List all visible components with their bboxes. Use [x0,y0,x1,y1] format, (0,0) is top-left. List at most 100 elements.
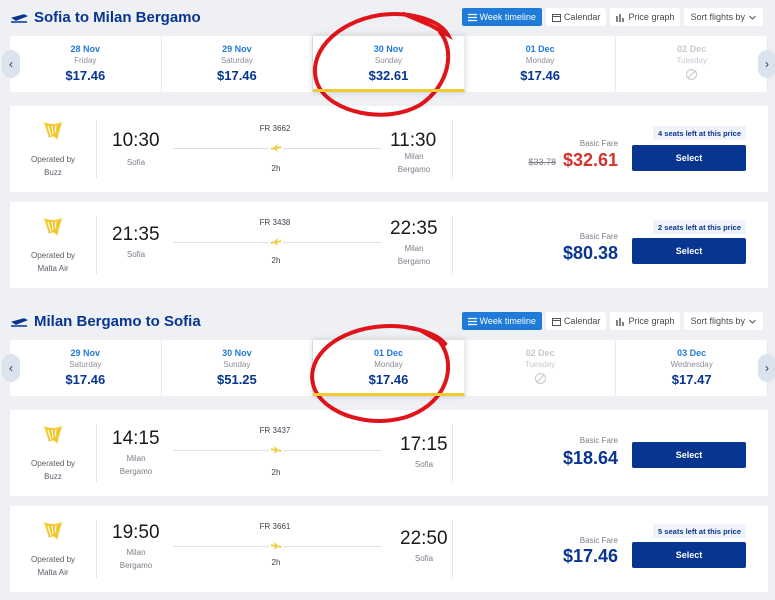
divider [452,120,453,178]
harp-logo-icon [44,218,62,236]
divider [96,520,97,578]
operator: Operated by Buzz [18,120,88,179]
flight-card: Operated by Malta Air 19:50 Milan Bergamo… [10,506,768,592]
operator: Operated by Malta Air [18,520,88,579]
departure-city: Sofia [126,250,146,259]
flight-card: Operated by Buzz 10:30 Sofia FR 3662 2h … [10,106,768,192]
divider [452,520,453,578]
tab-week-timeline[interactable]: Week timeline [461,8,542,26]
sort-dropdown[interactable]: Sort flights by [684,8,763,26]
plane-icon [269,445,283,455]
plane-icon [269,143,283,153]
bar-chart-icon [616,317,625,326]
flight-card: Operated by Malta Air 21:35 Sofia FR 343… [10,202,768,288]
price: $80.38 [562,243,618,263]
plane-icon [269,237,283,247]
duration: 2h [271,468,281,477]
prev-week-button[interactable]: ‹ [2,50,20,78]
seats-left-badge: 2 seats left at this price [653,220,746,234]
departure-time: 14:15 [112,428,160,449]
departure-city: Sofia [126,158,146,167]
route-title-text: Milan Bergamo to Sofia [34,313,201,330]
select-button[interactable]: Select [632,238,746,264]
list-icon [467,317,477,325]
next-week-button[interactable]: › [758,354,775,382]
tab-price-graph[interactable]: Price graph [610,312,681,330]
price: $18.64 [562,448,618,468]
seats-left-badge: 5 seats left at this price [653,524,746,538]
date-cell[interactable]: 03 Dec Wednesday $17.47 [616,340,768,396]
flight-number: FR 3438 [259,218,291,227]
tab-price-graph[interactable]: Price graph [610,8,681,26]
plane-icon [11,317,28,327]
plane-icon [269,541,283,551]
chevron-down-icon [749,15,756,20]
date-cell-disabled: 02 Dec Tuesday [465,340,617,396]
operator: Operated by Malta Air [18,216,88,275]
arrival-time: 11:30 [390,130,437,151]
date-cell[interactable]: 29 Nov Saturday $17.46 [10,340,162,396]
date-cell[interactable]: 29 Nov Saturday $17.46 [162,36,314,92]
bar-chart-icon [616,13,625,22]
arrival-city: Sofia [414,460,434,469]
departure-city: Milan Bergamo [119,548,153,570]
sort-dropdown[interactable]: Sort flights by [684,312,763,330]
arrival-city: Sofia [414,554,434,563]
old-price: $33.78 [528,157,556,167]
date-cell-selected[interactable]: 30 Nov Sunday $32.61 [313,36,465,92]
chevron-down-icon [749,319,756,324]
harp-logo-icon [44,122,62,140]
outbound-date-strip: ‹ 28 Nov Friday $17.46 29 Nov Saturday $17.4… [2,36,775,92]
route-title-text: Sofia to Milan Bergamo [34,9,201,26]
divider [452,216,453,274]
departure-time: 19:50 [112,522,160,543]
select-button[interactable]: Select [632,145,746,171]
outbound-header: Sofia to Milan Bergamo Week timeline Cal… [0,2,775,32]
date-cell-disabled: 02 Dec Tuesday [616,36,768,92]
arrival-time: 22:50 [400,528,448,549]
date-cell[interactable]: 30 Nov Sunday $51.25 [162,340,314,396]
next-week-button[interactable]: › [758,50,775,78]
outbound-title: Sofia to Milan Bergamo [10,9,201,26]
departure-city: Milan Bergamo [119,454,153,476]
return-date-strip: ‹ 29 Nov Saturday $17.46 30 Nov Sunday $51.2… [2,340,775,396]
tab-calendar[interactable]: Calendar [545,312,607,330]
seats-left-badge: 4 seats left at this price [653,126,746,140]
no-flight-icon [686,69,698,80]
select-button[interactable]: Select [632,442,746,468]
fare-label: Basic Fare [579,139,618,148]
fare-label: Basic Fare [579,536,618,545]
list-icon [467,13,477,21]
no-flight-icon [534,373,546,384]
arrival-time: 17:15 [400,434,448,455]
select-button[interactable]: Select [632,542,746,568]
flight-number: FR 3661 [259,522,291,531]
departure-time: 21:35 [112,224,160,245]
fare-label: Basic Fare [579,436,618,445]
return-header: Milan Bergamo to Sofia Week timeline Cal… [0,306,775,336]
prev-week-button[interactable]: ‹ [2,354,20,382]
calendar-icon [551,13,561,22]
tab-week-timeline[interactable]: Week timeline [461,312,542,330]
price: $32.61 [562,150,618,170]
flight-card: Operated by Buzz 14:15 Milan Bergamo FR 3… [10,410,768,496]
plane-icon [11,13,28,23]
date-cell[interactable]: 01 Dec Monday $17.46 [465,36,617,92]
date-cell[interactable]: 28 Nov Friday $17.46 [10,36,162,92]
harp-logo-icon [44,522,62,540]
divider [452,424,453,482]
divider [96,216,97,274]
harp-logo-icon [44,426,62,444]
arrival-city: Milan Bergamo [397,244,431,266]
operator: Operated by Buzz [18,424,88,483]
price: $17.46 [562,546,618,566]
divider [96,120,97,178]
duration: 2h [271,164,281,173]
departure-time: 10:30 [112,130,160,151]
duration: 2h [271,558,281,567]
tab-calendar[interactable]: Calendar [545,8,607,26]
date-cell-selected[interactable]: 01 Dec Monday $17.46 [313,340,465,396]
arrival-city: Milan Bergamo [397,152,431,174]
divider [96,424,97,482]
return-title: Milan Bergamo to Sofia [10,313,201,330]
